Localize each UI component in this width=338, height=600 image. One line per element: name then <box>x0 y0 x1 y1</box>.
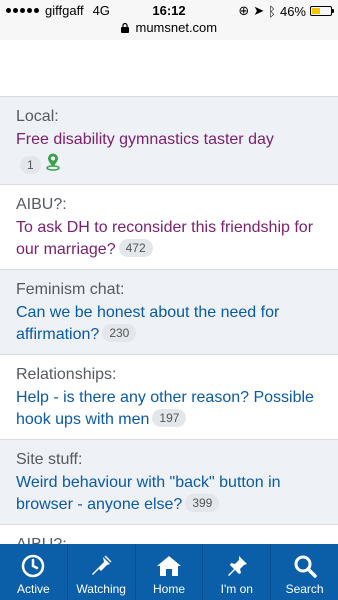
nav-tab-i-m-on[interactable]: I'm on <box>203 544 272 600</box>
reply-count-badge: 1 <box>20 155 41 174</box>
nav-tab-label: Search <box>285 582 324 596</box>
battery-percent: 46% <box>279 3 306 19</box>
thread-item[interactable]: Relationships: Help - is there any other … <box>0 355 338 440</box>
status-right: ⊕ ➤ ᛒ 46% <box>238 3 334 19</box>
bluetooth-icon: ᛒ <box>268 3 276 19</box>
home-icon <box>156 553 182 579</box>
url-bar[interactable]: mumsnet.com <box>0 20 338 40</box>
thread-title[interactable]: Weird behaviour with "back" button in br… <box>16 474 281 513</box>
location-arrow-icon: ➤ <box>253 3 265 18</box>
thread-item[interactable]: Site stuff: Weird behaviour with "back" b… <box>0 440 338 525</box>
thread-title[interactable]: Free disability gymnastics taster day <box>16 131 274 148</box>
thread-topic: AIBU?: <box>16 196 67 213</box>
reply-count-badge: 197 <box>152 409 187 427</box>
nav-tab-label: Home <box>152 582 185 596</box>
nav-tab-search[interactable]: Search <box>271 544 338 600</box>
reply-count-badge: 472 <box>118 239 153 257</box>
thread-list: Local: Free disability gymnastics taster … <box>0 96 338 588</box>
thread-title[interactable]: Can we be honest about the need for affi… <box>16 304 279 343</box>
thread-topic: Site stuff: <box>16 451 83 468</box>
thread-title-link[interactable]: Weird behaviour with "back" button in br… <box>16 472 322 516</box>
thread-topic: Relationships: <box>16 366 117 383</box>
thread-topic: Feminism chat: <box>16 281 125 298</box>
nav-tab-watching[interactable]: Watching <box>68 544 136 600</box>
status-bar: giffgaff 4G 16:12 ⊕ ➤ ᛒ 46% <box>0 0 338 20</box>
nav-tab-label: I'm on <box>220 582 253 596</box>
thread-item[interactable]: Local: Free disability gymnastics taster … <box>0 97 338 185</box>
location-pin-icon <box>45 153 61 176</box>
thread-meta: 1 <box>16 153 322 176</box>
thread-title-link[interactable]: Help - is there any other reason? Possib… <box>16 387 322 431</box>
rotation-lock-icon: ⊕ <box>238 3 250 18</box>
bottom-nav: Active Watching Home I'm on Search <box>0 544 338 600</box>
thread-title[interactable]: To ask DH to reconsider this friendship … <box>16 219 313 258</box>
thread-item[interactable]: Feminism chat: Can we be honest about the… <box>0 270 338 355</box>
thread-title-link[interactable]: Can we be honest about the need for affi… <box>16 302 322 346</box>
thread-topic: Local: <box>16 108 59 125</box>
nav-tab-active[interactable]: Active <box>0 544 68 600</box>
url-text: mumsnet.com <box>135 20 218 35</box>
search-icon <box>293 553 317 579</box>
nav-tab-home[interactable]: Home <box>136 544 204 600</box>
thread-item[interactable]: AIBU?: To ask DH to reconsider this frien… <box>0 185 338 270</box>
battery-icon <box>310 6 334 16</box>
thread-title-link[interactable]: Free disability gymnastics taster day <box>16 129 322 151</box>
nav-tab-label: Active <box>17 582 50 596</box>
clock-icon <box>21 553 45 579</box>
reply-count-badge: 399 <box>185 494 220 512</box>
nav-tab-label: Watching <box>76 582 126 596</box>
reply-count-badge: 230 <box>102 324 137 342</box>
flashlight-icon <box>89 553 113 579</box>
lock-icon <box>120 21 129 36</box>
pin-icon <box>225 553 249 579</box>
thread-title-link[interactable]: To ask DH to reconsider this friendship … <box>16 217 322 261</box>
